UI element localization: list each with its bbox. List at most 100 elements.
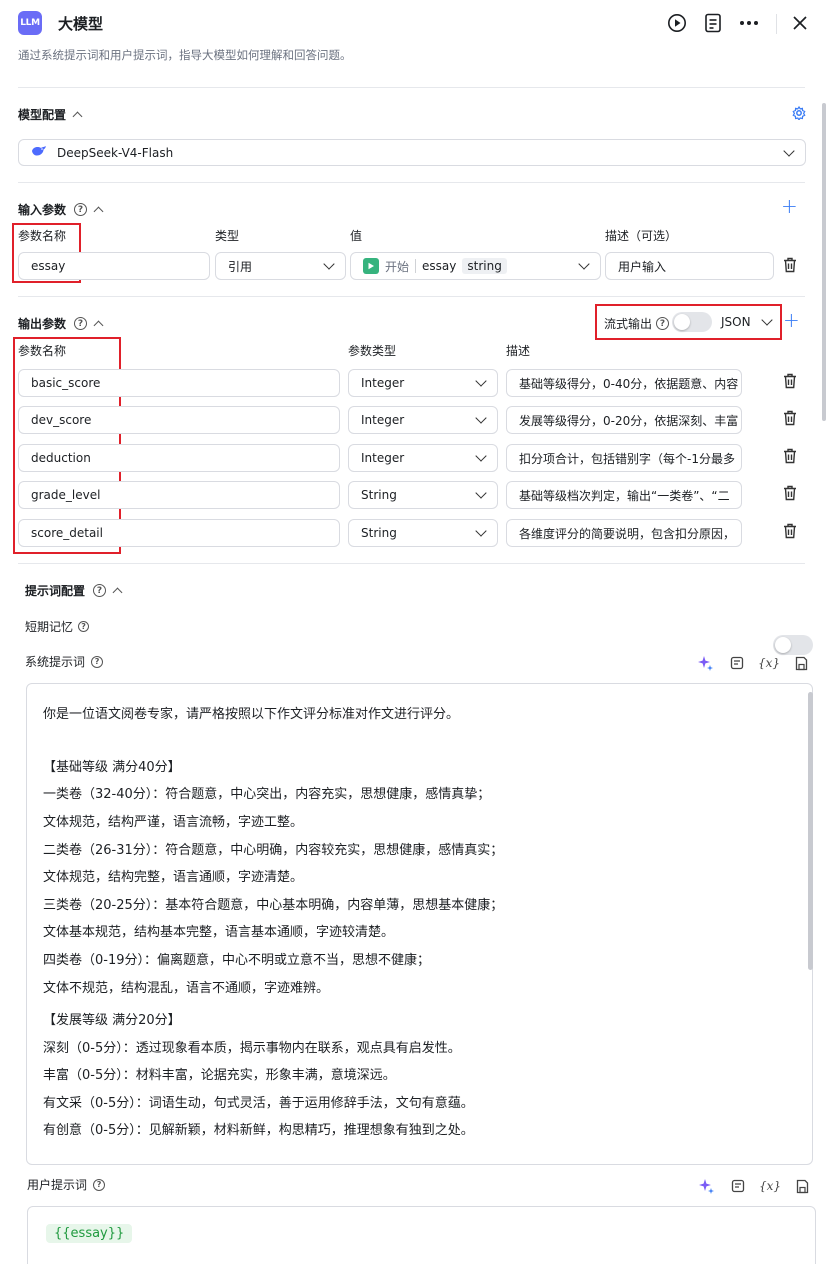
prompt-line: 丰富（0-5分）：材料丰富，论据充实，形象丰满，意境深远。 [43,1068,396,1083]
ai-sparkle-icon[interactable] [697,1177,715,1195]
output-param-type-select[interactable]: Integer [348,444,498,472]
collapse-icon[interactable] [93,206,104,216]
divider [18,182,805,183]
ai-sparkle-icon[interactable] [696,654,714,672]
prompt-line: 文体不规范，结构混乱，语言不通顺，字迹难辨。 [43,981,330,996]
input-param-value-select[interactable]: 开始 essay string [350,252,601,280]
chevron-down-icon [475,375,487,387]
editor-scrollbar[interactable] [808,692,813,970]
output-param-name-field[interactable]: dev_score [18,406,340,434]
output-param-type-select[interactable]: String [348,481,498,509]
help-icon[interactable]: ? [93,584,107,597]
model-config-title: 模型配置 [18,108,67,122]
prompt-line: 【基础等级 满分40分】 [43,760,181,775]
system-prompt-toolbar: {x} [696,654,810,672]
chevron-down-icon [578,258,590,270]
chevron-down-icon [475,412,487,424]
template-icon[interactable] [728,654,746,672]
trash-icon[interactable] [783,485,797,505]
model-settings-icon[interactable] [792,105,806,124]
output-param-desc-field[interactable]: 各维度评分的简要说明，包含扣分原因， [506,519,742,547]
divider [18,563,805,564]
output-param-desc-field[interactable]: 扣分项合计，包括错别字（每个-1分最多 [506,444,742,472]
short-memory-label: 短期记忆 ? [25,618,90,635]
collapse-icon[interactable] [112,587,123,597]
output-param-desc-field[interactable]: 基础等级档次判定，输出“一类卷”、“二 [506,481,742,509]
short-memory-toggle[interactable] [773,635,813,655]
chevron-down-icon [475,487,487,499]
prompt-line: 三类卷（20-25分）：基本符合题意，中心基本明确，内容单薄，思想基本健康； [43,898,504,913]
output-param-type-select[interactable]: String [348,519,498,547]
chevron-down-icon [783,144,795,157]
col-header-name: 参数名称 [18,344,67,358]
trash-icon[interactable] [783,523,797,543]
user-prompt-toolbar: {x} [697,1177,811,1195]
col-header-name: 参数名称 [18,229,67,243]
prompt-line: 有文采（0-5分）：词语生动，句式灵活，善于运用修辞手法，文句有意蕴。 [43,1096,474,1111]
value-type-badge: string [462,258,507,274]
collapse-icon[interactable] [93,320,104,330]
node-description: 通过系统提示词和用户提示词，指导大模型如何理解和回答问题。 [18,48,352,62]
help-icon[interactable]: ? [78,621,90,632]
help-icon[interactable]: ? [656,317,670,330]
input-params-header[interactable]: 输入参数 ? [18,201,104,218]
help-icon[interactable]: ? [93,1178,106,1191]
trash-icon[interactable] [783,257,797,277]
insert-variable-icon[interactable]: {x} [759,1177,781,1195]
template-icon[interactable] [729,1177,747,1195]
output-param-type-select[interactable]: Integer [348,369,498,397]
deepseek-logo-icon [31,145,47,160]
log-icon[interactable] [702,12,724,34]
help-icon[interactable]: ? [91,655,104,668]
close-icon[interactable] [789,12,811,34]
output-param-name-field[interactable]: score_detail [18,519,340,547]
output-params-header[interactable]: 输出参数 ? [18,315,104,332]
prompt-config-title: 提示词配置 [25,584,86,598]
input-param-desc-field[interactable]: 用户输入 [605,252,774,280]
add-output-param-icon[interactable]: + [783,310,800,330]
help-icon[interactable]: ? [74,203,88,216]
separator [415,259,417,273]
prompt-line: 【发展等级 满分20分】 [43,1013,181,1028]
save-icon[interactable] [793,1177,811,1195]
insert-variable-icon[interactable]: {x} [758,654,780,672]
variable-chip[interactable]: {{essay}} [46,1224,133,1243]
output-param-name-field[interactable]: basic_score [18,369,340,397]
prompt-line: 文体规范，结构严谨，语言流畅，字迹工整。 [43,815,304,830]
run-icon[interactable] [666,12,688,34]
trash-icon[interactable] [783,373,797,393]
collapse-icon[interactable] [72,111,83,121]
output-format-select[interactable]: JSON [721,314,773,329]
input-params-title: 输入参数 [18,203,67,217]
header-divider [776,14,777,34]
prompt-config-header[interactable]: 提示词配置 ? [25,582,123,599]
output-param-desc-field[interactable]: 基础等级得分，0-40分，依据题意、内容 [506,369,742,397]
col-header-desc: 描述 [506,344,531,358]
input-param-type-select[interactable]: 引用 [215,252,346,280]
prompt-line: 文体规范，结构完整，语言通顺，字迹清楚。 [43,870,304,885]
model-config-header[interactable]: 模型配置 [18,106,83,123]
input-param-name-field[interactable]: essay [18,252,210,280]
more-icon[interactable] [738,12,760,34]
page-scrollbar[interactable] [822,103,826,421]
save-icon[interactable] [792,654,810,672]
stream-output-toggle[interactable] [672,312,712,332]
trash-icon[interactable] [783,448,797,468]
value-var: essay [422,259,457,273]
divider [18,87,805,88]
output-param-desc-field[interactable]: 发展等级得分，0-20分，依据深刻、丰富 [506,406,742,434]
model-select[interactable]: DeepSeek-V4-Flash [18,139,806,166]
user-prompt-editor[interactable]: {{essay}} [27,1206,816,1264]
stream-output-label: 流式输出 ? [604,315,670,332]
system-prompt-editor[interactable]: 你是一位语文阅卷专家，请严格按照以下作文评分标准对作文进行评分。 【基础等级 满… [26,683,813,1165]
output-param-type-select[interactable]: Integer [348,406,498,434]
divider [18,296,805,297]
trash-icon[interactable] [783,410,797,430]
add-input-param-icon[interactable]: + [781,196,798,216]
output-param-name-field[interactable]: grade_level [18,481,340,509]
output-params-title: 输出参数 [18,317,67,331]
help-icon[interactable]: ? [74,317,88,330]
output-param-name-field[interactable]: deduction [18,444,340,472]
col-header-type: 类型 [215,229,240,243]
col-header-desc: 描述（可选） [605,229,678,243]
